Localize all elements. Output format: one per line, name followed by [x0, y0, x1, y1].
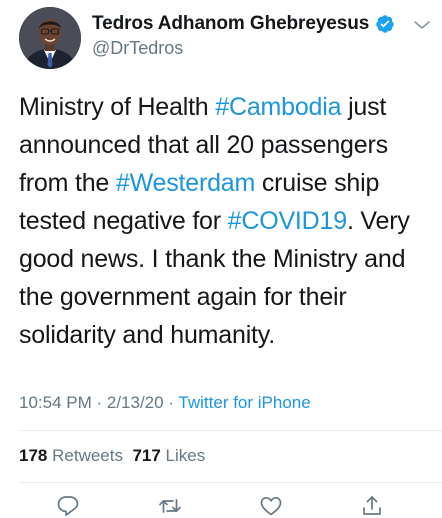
author-display-name[interactable]: Tedros Adhanom Ghebreyesus [92, 13, 369, 35]
hashtag-link[interactable]: #Westerdam [116, 169, 255, 197]
share-button[interactable] [360, 494, 384, 518]
retweets-label: Retweets [52, 446, 123, 465]
tweet-stats: 178 Retweets 717 Likes [19, 446, 205, 466]
tweet-time: 10:54 PM [19, 393, 92, 412]
chevron-down-icon[interactable] [412, 18, 432, 32]
likes-count: 717 [132, 446, 161, 465]
author-name-row[interactable]: Tedros Adhanom Ghebreyesus [92, 12, 395, 36]
verified-badge-icon [375, 14, 395, 34]
retweets-stat[interactable]: 178 Retweets [19, 446, 123, 465]
like-button[interactable] [259, 494, 283, 518]
retweets-count: 178 [19, 446, 48, 465]
reply-button[interactable] [56, 494, 80, 518]
likes-label: Likes [165, 446, 206, 465]
tweet-actions [0, 494, 442, 518]
tweet-detail: Tedros Adhanom Ghebreyesus @DrTedros Min… [0, 0, 442, 516]
likes-stat[interactable]: 717 Likes [132, 446, 205, 465]
meta-separator: · [91, 393, 107, 412]
tweet-text-segment: Ministry of Health [19, 93, 216, 121]
divider [19, 430, 442, 431]
share-icon [363, 496, 381, 515]
heart-icon [260, 496, 282, 516]
hashtag-link[interactable]: #COVID19 [228, 207, 347, 235]
tweet-meta: 10:54 PM · 2/13/20 · Twitter for iPhone [19, 393, 311, 413]
tweet-text: Ministry of Health #Cambodia just announ… [19, 88, 429, 354]
divider [19, 482, 442, 483]
retweet-icon [159, 499, 181, 513]
avatar[interactable] [19, 7, 81, 69]
meta-separator: · [163, 393, 179, 412]
reply-icon [57, 496, 79, 516]
tweet-source-link[interactable]: Twitter for iPhone [178, 393, 310, 412]
retweet-button[interactable] [158, 494, 182, 518]
author-handle[interactable]: @DrTedros [92, 38, 183, 59]
hashtag-link[interactable]: #Cambodia [215, 93, 341, 121]
tweet-date: 2/13/20 [106, 393, 164, 412]
